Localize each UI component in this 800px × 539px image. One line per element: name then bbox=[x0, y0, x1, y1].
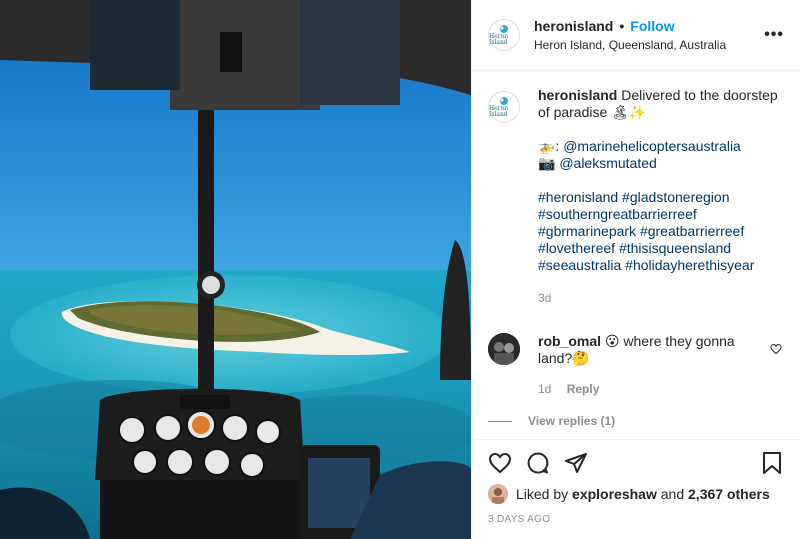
liked-by-others[interactable]: 2,367 others bbox=[688, 486, 770, 502]
credit-line-1: 🚁: @marinehelicoptersaustralia bbox=[538, 138, 778, 155]
helicopter-emoji: 🚁: bbox=[538, 138, 560, 154]
separator-dot: • bbox=[619, 18, 625, 34]
heart-icon[interactable] bbox=[488, 451, 512, 475]
hashtag-line[interactable]: #heronisland #gladstoneregion bbox=[538, 189, 778, 206]
follow-button[interactable]: Follow bbox=[630, 18, 674, 34]
post-actions: Liked by exploreshaw and 2,367 others 3 … bbox=[472, 439, 800, 539]
reply-button[interactable]: Reply bbox=[567, 382, 600, 396]
header-username[interactable]: heronisland bbox=[534, 18, 613, 34]
commenter-avatar[interactable] bbox=[488, 333, 520, 365]
hashtag-line[interactable]: #gbrmarinepark #greatbarrierreef bbox=[538, 223, 778, 240]
avatar-logo-text: Heron Island bbox=[489, 33, 509, 46]
more-options-icon[interactable]: ••• bbox=[764, 26, 784, 44]
user-photo-icon bbox=[488, 484, 508, 504]
share-icon[interactable] bbox=[564, 451, 588, 475]
comment-username[interactable]: rob_omal bbox=[538, 333, 601, 349]
replies-divider-line bbox=[488, 420, 512, 422]
post-header: Heron Island heronisland • Follow Heron … bbox=[472, 0, 800, 71]
liker-avatar[interactable] bbox=[488, 484, 508, 504]
hashtag-line[interactable]: #southerngreatbarrierreef bbox=[538, 206, 778, 223]
caption-avatar[interactable]: Heron Island bbox=[488, 91, 520, 123]
post-dialog: Heron Island heronisland • Follow Heron … bbox=[0, 0, 800, 539]
helicopter-cockpit-photo bbox=[0, 0, 471, 539]
user-photo-icon bbox=[488, 333, 520, 365]
mention-link[interactable]: @aleksmutated bbox=[559, 155, 656, 171]
post-date[interactable]: 3 DAYS AGO bbox=[488, 514, 784, 525]
post-photo[interactable] bbox=[0, 0, 471, 539]
camera-emoji: 📷 bbox=[538, 155, 556, 171]
like-comment-heart-icon[interactable] bbox=[770, 343, 782, 355]
view-replies-toggle[interactable]: View replies (1) bbox=[488, 414, 784, 428]
hashtag-line[interactable]: #seeaustralia #holidayherethisyear bbox=[538, 257, 778, 274]
view-replies-label[interactable]: View replies (1) bbox=[528, 414, 615, 428]
post-location[interactable]: Heron Island, Queensland, Australia bbox=[534, 38, 764, 52]
liked-by-user[interactable]: exploreshaw bbox=[572, 486, 657, 502]
caption-timestamp[interactable]: 3d bbox=[538, 290, 778, 307]
comment-item: rob_omal 😮 where they gonna land?🤔 1d Re… bbox=[488, 333, 784, 398]
hashtag-line[interactable]: #lovethereef #thisisqueensland bbox=[538, 240, 778, 257]
mention-link[interactable]: @marinehelicoptersaustralia bbox=[563, 138, 741, 154]
liked-by-and: and bbox=[660, 486, 685, 502]
bookmark-icon[interactable] bbox=[760, 451, 784, 475]
account-avatar[interactable]: Heron Island bbox=[488, 19, 520, 51]
comment-timestamp[interactable]: 1d bbox=[538, 382, 551, 396]
caption-username[interactable]: heronisland bbox=[538, 87, 617, 103]
comment-icon[interactable] bbox=[526, 451, 550, 475]
post-caption: Heron Island heronisland Delivered to th… bbox=[488, 87, 784, 307]
comments-section: Heron Island heronisland Delivered to th… bbox=[472, 71, 800, 439]
post-side-panel: Heron Island heronisland • Follow Heron … bbox=[471, 0, 800, 539]
credit-line-2: 📷 @aleksmutated bbox=[538, 155, 778, 172]
avatar-logo-text: Heron Island bbox=[489, 105, 509, 118]
liked-by-prefix: Liked by bbox=[516, 486, 569, 502]
likes-summary: Liked by exploreshaw and 2,367 others bbox=[488, 484, 784, 504]
